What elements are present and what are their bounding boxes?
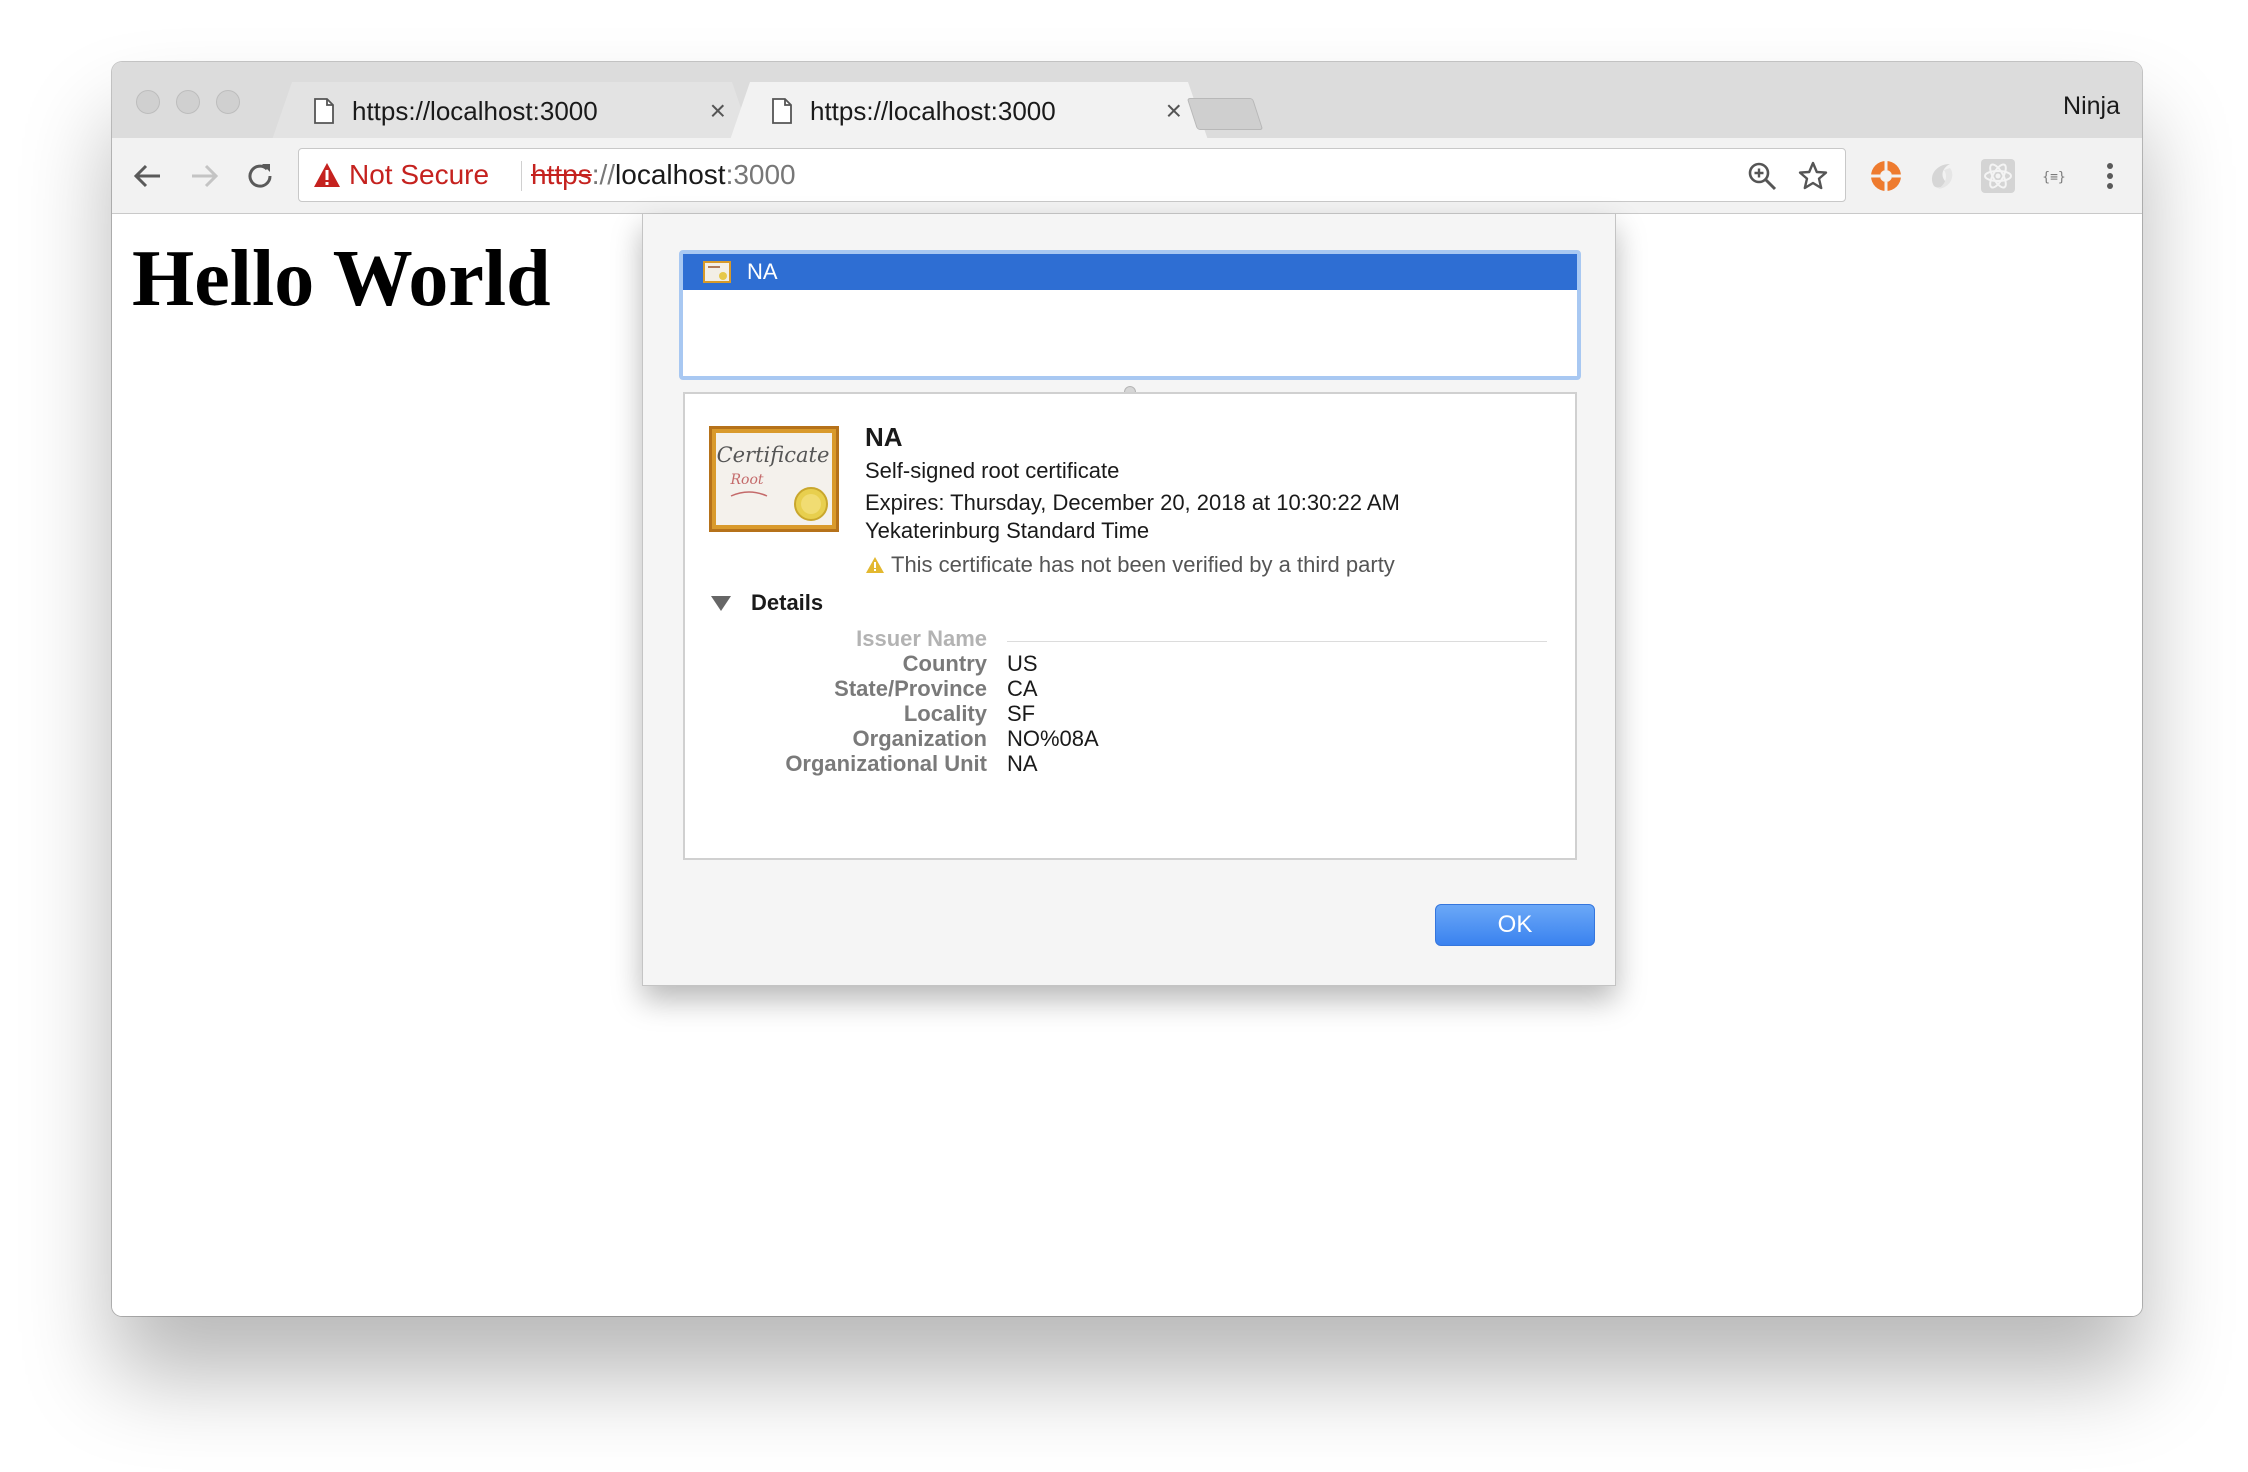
- certificate-list-label: NA: [747, 259, 778, 284]
- certificate-expiry: Expires: Thursday, December 20, 2018 at …: [865, 490, 1400, 515]
- zoom-window-button[interactable]: [216, 90, 240, 114]
- field-value: NA: [1007, 751, 1038, 776]
- url-host: localhost: [615, 159, 726, 190]
- certificate-image-icon: Certificate Root: [709, 426, 839, 532]
- section-title: Issuer Name: [856, 626, 987, 651]
- warning-triangle-icon[interactable]: [313, 162, 341, 188]
- certificate-warning-text: This certificate has not been verified b…: [891, 552, 1395, 577]
- certificate-image-title: Certificate: [717, 443, 830, 467]
- certificate-sheet: NA Certificate Root NA Self-signed root …: [642, 214, 1616, 986]
- browser-window: https://localhost:3000 × https://localho…: [112, 62, 2142, 1316]
- warning-triangle-icon: [866, 557, 884, 573]
- field-label: State/Province: [834, 676, 987, 701]
- tab-title: https://localhost:3000: [352, 95, 598, 126]
- field-label: Organizational Unit: [785, 751, 987, 776]
- tab-2[interactable]: https://localhost:3000 ×: [730, 82, 1208, 140]
- omnibox-divider: [521, 161, 522, 191]
- field-value: CA: [1007, 676, 1038, 701]
- not-secure-label[interactable]: Not Secure: [349, 159, 489, 191]
- close-tab-icon[interactable]: ×: [710, 94, 726, 128]
- window-controls: [136, 90, 240, 114]
- page-icon: [314, 98, 334, 124]
- bookmark-star-icon[interactable]: [1797, 160, 1829, 192]
- url-separator: ://: [591, 159, 616, 190]
- page-heading: Hello World: [132, 235, 551, 323]
- mini-certificate-icon: [703, 261, 731, 283]
- certificate-warning: This certificate has not been verified b…: [865, 552, 1395, 578]
- url-port: :3000: [725, 159, 796, 190]
- certificate-detail-panel: Certificate Root NA Self-signed root cer…: [683, 392, 1577, 860]
- field-value: SF: [1007, 701, 1036, 726]
- certificate-timezone: Yekaterinburg Standard Time: [865, 518, 1150, 543]
- orange-lifebuoy-icon[interactable]: [1868, 158, 1904, 194]
- close-tab-icon[interactable]: ×: [1166, 94, 1182, 128]
- url-scheme: https: [531, 159, 592, 190]
- tab-1[interactable]: https://localhost:3000 ×: [272, 82, 752, 140]
- field-label: Organization: [852, 726, 987, 751]
- details-label: Details: [751, 590, 824, 615]
- certificate-type: Self-signed root certificate: [865, 458, 1120, 483]
- reload-icon[interactable]: [242, 158, 278, 194]
- forward-arrow-icon[interactable]: [186, 158, 222, 194]
- toolbar: Not Secure https://localhost:3000 {≡}: [112, 138, 2142, 214]
- ok-button[interactable]: OK: [1435, 904, 1595, 946]
- certificate-image-subtitle: Root: [729, 472, 763, 488]
- disclosure-triangle-icon[interactable]: [711, 595, 731, 611]
- certificate-list[interactable]: NA: [679, 250, 1581, 380]
- section-divider: [1007, 641, 1547, 642]
- tab-title: https://localhost:3000: [810, 95, 1056, 126]
- field-row-org-unit: Organizational Unit NA: [685, 751, 1575, 781]
- react-atom-icon[interactable]: [1980, 158, 2016, 194]
- new-tab-button[interactable]: [1186, 98, 1264, 130]
- field-value: US: [1007, 651, 1038, 676]
- url-text[interactable]: https://localhost:3000: [531, 159, 796, 191]
- details-disclosure[interactable]: Details: [711, 590, 823, 616]
- field-label: Locality: [903, 701, 987, 726]
- field-label: Country: [902, 651, 987, 676]
- close-window-button[interactable]: [136, 90, 160, 114]
- json-braces-icon[interactable]: {≡}: [2036, 158, 2072, 194]
- page-icon: [772, 98, 792, 124]
- address-bar[interactable]: Not Secure https://localhost:3000: [298, 148, 1846, 202]
- page-content: Hello World NA Certificate Root NA Self-…: [112, 214, 2142, 1316]
- menu-dots-icon[interactable]: [2092, 158, 2128, 194]
- certificate-list-item[interactable]: NA: [683, 254, 1577, 290]
- svg-text:{≡}: {≡}: [2042, 170, 2065, 185]
- grey-swirl-icon[interactable]: [1924, 158, 1960, 194]
- certificate-name: NA: [865, 422, 903, 452]
- zoom-icon[interactable]: [1747, 161, 1777, 191]
- minimize-window-button[interactable]: [176, 90, 200, 114]
- tab-strip: https://localhost:3000 × https://localho…: [112, 62, 2142, 138]
- back-arrow-icon[interactable]: [130, 158, 166, 194]
- field-value: NO%08A: [1007, 726, 1099, 751]
- profile-name[interactable]: Ninja: [2063, 92, 2120, 121]
